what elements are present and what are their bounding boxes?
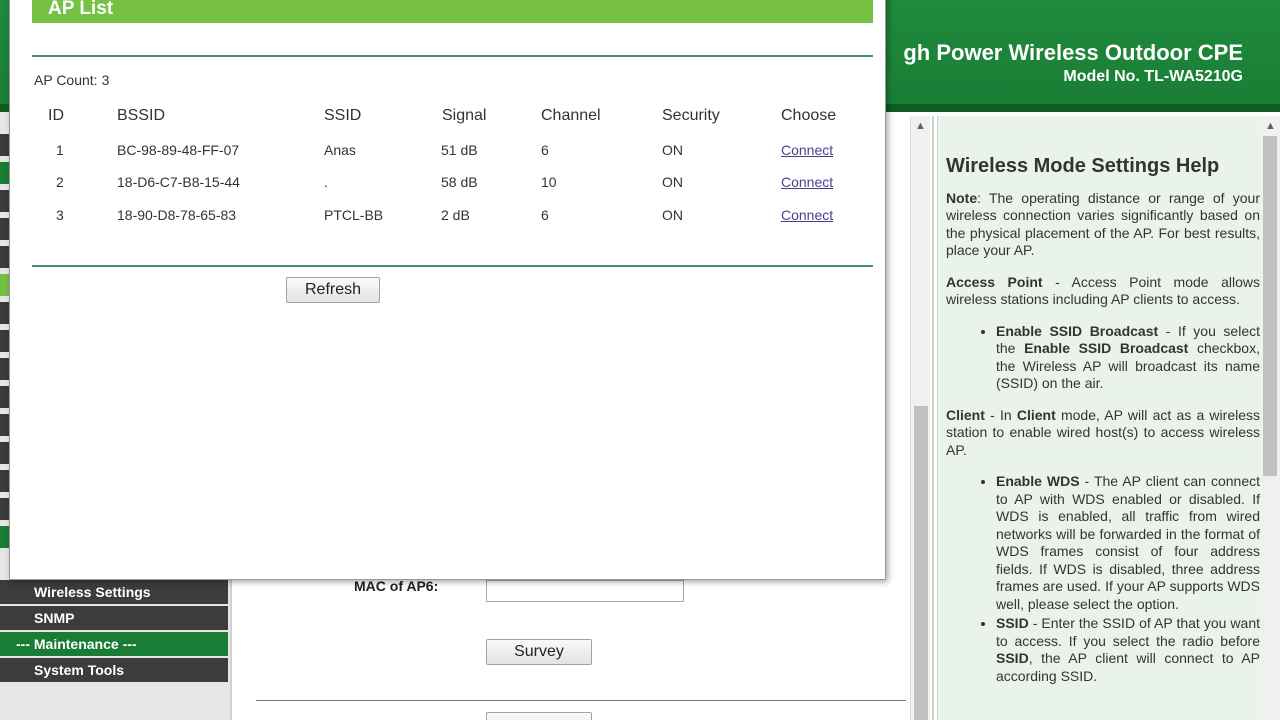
help-note: Note: The operating distance or range of… — [946, 189, 1260, 259]
model-number: Model No. TL-WA5210G — [1063, 68, 1243, 85]
cell-signal: 58 dB — [441, 174, 478, 190]
cell-id: 3 — [56, 207, 64, 223]
connect-link[interactable]: Connect — [781, 142, 833, 158]
help-ap-list: Enable SSID Broadcast - If you select th… — [996, 323, 1260, 393]
mac-ap6-label: MAC of AP6: — [354, 578, 439, 594]
col-header-ssid: SSID — [324, 107, 362, 124]
popup-divider-top — [32, 55, 873, 57]
survey-button[interactable]: Survey — [486, 639, 592, 665]
save-button[interactable] — [486, 712, 592, 720]
help-scrollbar[interactable]: ▲ — [1260, 116, 1280, 720]
help-ssid: SSID - Enter the SSID of AP that you wan… — [996, 615, 1260, 685]
menu-group-maintenance: --- Maintenance --- — [0, 632, 228, 656]
menu-item-system-tools[interactable]: System Tools — [0, 658, 228, 682]
help-scroll-thumb[interactable] — [1263, 136, 1277, 476]
connect-link[interactable]: Connect — [781, 207, 833, 223]
col-header-bssid: BSSID — [117, 107, 166, 124]
help-body: Wireless Mode Settings Help Note: The op… — [946, 155, 1261, 699]
cell-bssid: 18-90-D8-78-65-83 — [117, 207, 237, 223]
cell-signal: 2 dB — [441, 207, 470, 223]
help-access-point: Access Point - Access Point mode allows … — [946, 273, 1260, 308]
menu-item-wireless-settings[interactable]: Wireless Settings — [0, 580, 228, 604]
col-header-choose: Choose — [781, 107, 837, 124]
cell-signal: 51 dB — [441, 142, 478, 158]
cell-id: 1 — [56, 142, 64, 158]
scroll-up-icon[interactable]: ▲ — [915, 120, 926, 132]
help-enable-wds: Enable WDS - The AP client can connect t… — [996, 473, 1260, 613]
help-ssid-broadcast: Enable SSID Broadcast - If you select th… — [996, 323, 1260, 393]
product-title: gh Power Wireless Outdoor CPE — [903, 40, 1243, 65]
help-client: Client - In Client mode, AP will act as … — [946, 406, 1261, 458]
cell-ssid: . — [324, 174, 328, 190]
mac-ap6-input[interactable] — [486, 580, 684, 602]
col-header-security: Security — [662, 107, 720, 124]
ap-list-popup: AP List AP Count: 3 ID BSSID SSID Signal … — [9, 0, 886, 580]
main-divider — [256, 700, 906, 701]
cell-bssid: BC-98-89-48-FF-07 — [117, 142, 240, 158]
help-title: Wireless Mode Settings Help — [946, 155, 1220, 177]
cell-security: ON — [662, 174, 683, 190]
cell-bssid: 18-D6-C7-B8-15-44 — [117, 174, 240, 190]
menu-item-snmp[interactable]: SNMP — [0, 606, 228, 630]
cell-channel: 6 — [541, 207, 549, 223]
cell-id: 2 — [56, 174, 64, 190]
ap-count-value: 3 — [101, 72, 110, 88]
scroll-thumb[interactable] — [914, 406, 928, 720]
popup-divider-bottom — [32, 265, 873, 267]
cell-channel: 10 — [541, 174, 557, 190]
cell-security: ON — [662, 207, 683, 223]
connect-link[interactable]: Connect — [781, 174, 833, 190]
help-panel: Wireless Mode Settings Help Note: The op… — [937, 116, 1280, 720]
main-scrollbar[interactable]: ▲ — [910, 116, 930, 720]
popup-title: AP List — [48, 0, 114, 19]
refresh-button[interactable]: Refresh — [286, 277, 380, 303]
cell-security: ON — [662, 142, 683, 158]
scroll-up-icon[interactable]: ▲ — [1265, 120, 1276, 132]
col-header-signal: Signal — [442, 107, 487, 124]
cell-ssid: PTCL-BB — [324, 207, 384, 223]
popup-title-bar: AP List — [32, 0, 873, 23]
col-header-channel: Channel — [541, 107, 601, 124]
ap-count: AP Count: 3 — [34, 72, 110, 88]
cell-ssid: Anas — [324, 142, 356, 158]
cell-channel: 6 — [541, 142, 549, 158]
col-header-id: ID — [48, 107, 64, 124]
help-client-list: Enable WDS - The AP client can connect t… — [996, 473, 1260, 685]
